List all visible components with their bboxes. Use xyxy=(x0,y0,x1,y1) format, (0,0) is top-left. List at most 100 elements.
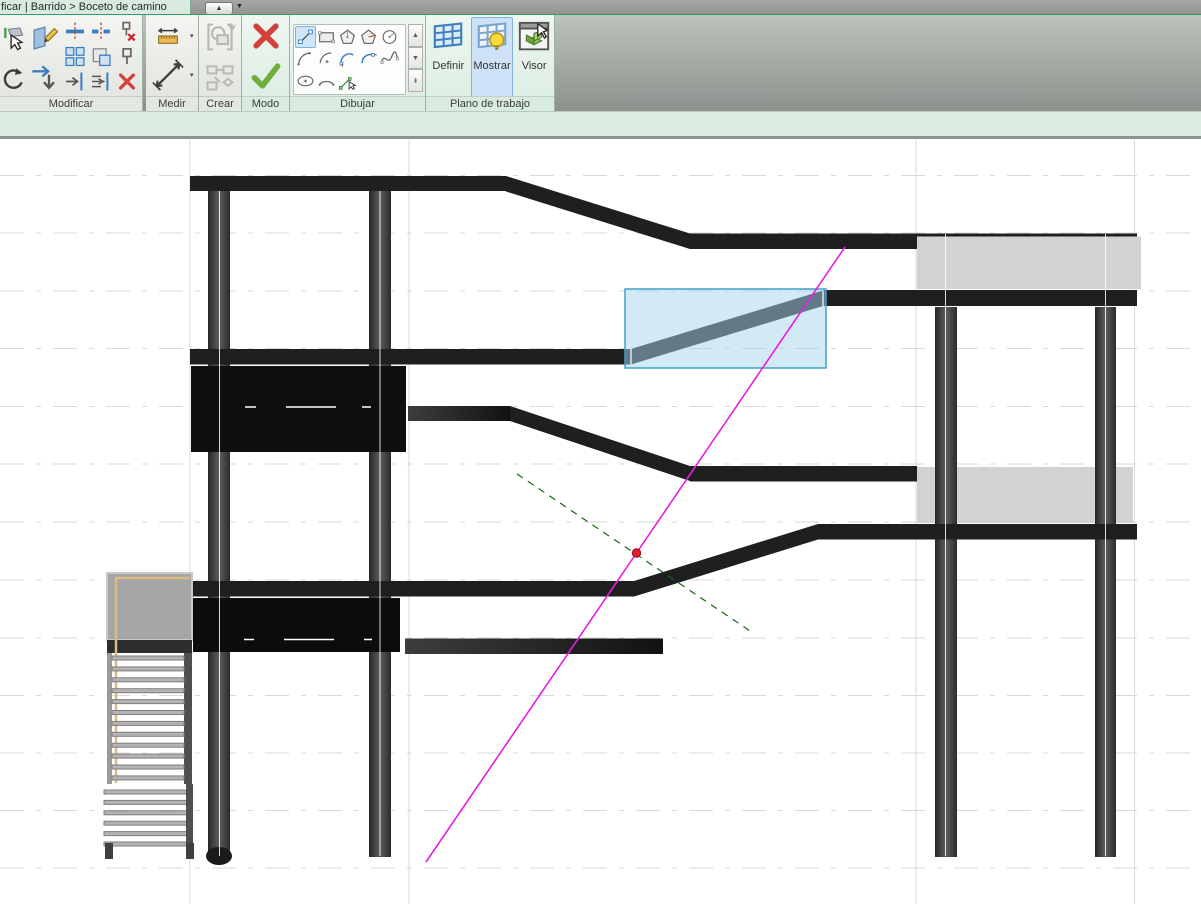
slab-top-left[interactable] xyxy=(190,176,506,191)
stair-treads-upper[interactable] xyxy=(111,775,185,781)
slab-level3-right[interactable] xyxy=(823,290,1137,306)
modify-tool-grid xyxy=(62,19,140,94)
drawing-canvas[interactable] xyxy=(0,139,1201,904)
stair-post-right xyxy=(186,843,194,859)
slab-mid-stub[interactable] xyxy=(408,406,510,421)
gray-box-upper[interactable] xyxy=(917,236,1141,290)
stair-treads-upper[interactable] xyxy=(111,677,185,683)
join-icon[interactable] xyxy=(62,44,88,69)
slab-level5-right[interactable] xyxy=(690,466,917,482)
ribbon-collapse-button[interactable]: ▲ xyxy=(205,1,233,15)
stair-treads-lower[interactable] xyxy=(103,841,190,847)
delete-icon[interactable] xyxy=(114,69,140,94)
stair-treads-upper[interactable] xyxy=(111,764,185,770)
visor-label: Visor xyxy=(521,60,547,72)
scroll-expand-icon[interactable]: ⇟ xyxy=(408,69,423,93)
draw-rectangle-icon[interactable] xyxy=(316,26,337,48)
mostrar-workplane-icon xyxy=(475,18,509,58)
measure-between-icon[interactable] xyxy=(148,57,188,93)
copy-icon[interactable] xyxy=(88,44,114,69)
slab-bottom-stub[interactable] xyxy=(405,638,663,655)
stair-treads-upper[interactable] xyxy=(111,688,185,694)
panel-medir: ▾ ▾ Medir xyxy=(146,15,199,112)
stair-treads-lower[interactable] xyxy=(103,831,190,837)
panel-label-medir[interactable]: Medir xyxy=(146,96,198,112)
ribbon-collapse-caret-icon[interactable]: ▼ xyxy=(236,3,243,10)
visor-button[interactable]: Visor xyxy=(514,17,554,97)
selection-box xyxy=(624,288,827,369)
edit-geometry-icon[interactable] xyxy=(30,17,60,59)
panel-plano-de-trabajo: Definir Mostrar Visor Plano de trabajo xyxy=(426,15,555,112)
black-wall-upper[interactable] xyxy=(191,366,406,452)
black-wall-lower[interactable] xyxy=(193,598,400,652)
ramp-lower[interactable] xyxy=(634,524,818,597)
stair-treads-lower[interactable] xyxy=(103,799,190,805)
scroll-up-icon[interactable]: ▲ xyxy=(408,24,423,47)
panel-label-modificar[interactable]: Modificar xyxy=(0,96,142,112)
draw-arc-center-icon[interactable] xyxy=(316,48,337,70)
panel-label-dibujar[interactable]: Dibujar xyxy=(290,96,425,112)
draw-spline-icon[interactable] xyxy=(379,48,400,70)
align-icon[interactable] xyxy=(62,69,88,94)
ramp-middle[interactable] xyxy=(510,406,690,481)
measure-ruler-dropdown-icon[interactable]: ▾ xyxy=(190,32,194,40)
stair-treads-upper[interactable] xyxy=(111,742,185,748)
stair-left-rail[interactable] xyxy=(107,653,112,784)
slab-level5b-right[interactable] xyxy=(818,524,1137,540)
panel-label-modo[interactable]: Modo xyxy=(242,96,289,112)
stair-treads-lower[interactable] xyxy=(103,810,190,816)
draw-polygon-circumscribed-icon[interactable] xyxy=(358,26,379,48)
stair-treads-upper[interactable] xyxy=(111,720,185,726)
stair-treads-upper[interactable] xyxy=(111,710,185,715)
path-midpoint xyxy=(631,548,642,558)
stair-treads-upper[interactable] xyxy=(111,731,185,737)
visor-icon xyxy=(517,18,551,58)
stair-landing-edge[interactable] xyxy=(107,640,192,653)
stair-landing[interactable] xyxy=(106,572,193,641)
panel-label-plano-de-trabajo[interactable]: Plano de trabajo xyxy=(426,96,554,112)
unpin-icon[interactable] xyxy=(114,19,140,44)
move-icon[interactable] xyxy=(28,61,60,95)
tab-modificar-barrido-boceto[interactable]: ficar | Barrido > Boceto de camino xyxy=(0,0,191,14)
draw-circle-icon[interactable] xyxy=(379,26,400,48)
mostrar-button[interactable]: Mostrar xyxy=(470,17,514,97)
cancel-sketch-icon[interactable] xyxy=(249,19,283,53)
definir-button[interactable]: Definir xyxy=(427,17,470,97)
draw-tool-grid xyxy=(293,24,406,95)
draw-polygon-inscribed-icon[interactable] xyxy=(337,26,358,48)
stair-treads-lower[interactable] xyxy=(103,789,190,795)
slab-level4-left[interactable] xyxy=(190,349,631,365)
modify-select-icon[interactable] xyxy=(0,17,28,59)
create-similar-icon[interactable] xyxy=(203,59,237,95)
mostrar-label: Mostrar xyxy=(473,60,511,72)
cope-icon[interactable] xyxy=(62,19,88,44)
rotate-icon[interactable] xyxy=(0,63,26,95)
stair-treads-lower[interactable] xyxy=(103,820,190,826)
panel-label-crear[interactable]: Crear xyxy=(199,96,241,112)
draw-ellipse-partial-icon[interactable] xyxy=(316,70,337,92)
revit-window: { "tab_bar": { "active_tab_label": "fica… xyxy=(0,0,1201,904)
multi-align-icon[interactable] xyxy=(88,69,114,94)
draw-arc-start-end-icon[interactable] xyxy=(295,48,316,70)
measure-between-dropdown-icon[interactable]: ▾ xyxy=(190,71,194,79)
draw-ellipse-icon[interactable] xyxy=(295,70,316,92)
draw-line-icon[interactable] xyxy=(295,26,316,48)
draw-arc-tangent-icon[interactable] xyxy=(337,48,358,70)
measure-ruler-icon[interactable] xyxy=(148,23,188,49)
scroll-down-icon[interactable]: ▼ xyxy=(408,46,423,70)
slab-level6-left[interactable] xyxy=(190,581,634,597)
stair-treads-upper[interactable] xyxy=(111,699,185,705)
draw-arc-fillet-icon[interactable] xyxy=(358,48,379,70)
stair-treads-upper[interactable] xyxy=(111,655,185,661)
cut-geometry-icon[interactable] xyxy=(88,19,114,44)
create-group-icon[interactable] xyxy=(203,19,237,55)
draw-pick-lines-icon[interactable] xyxy=(337,70,358,92)
stair-treads-upper[interactable] xyxy=(111,753,185,759)
stair-treads-upper[interactable] xyxy=(111,666,185,672)
finish-sketch-icon[interactable] xyxy=(249,59,283,93)
ramp-top[interactable] xyxy=(506,176,690,249)
pin-icon[interactable] xyxy=(114,44,140,69)
panel-modificar: Modificar xyxy=(0,15,143,112)
stair-right-rail-upper[interactable] xyxy=(184,653,192,784)
panel-dibujar: ▲ ▼ ⇟ Dibujar xyxy=(290,15,426,112)
